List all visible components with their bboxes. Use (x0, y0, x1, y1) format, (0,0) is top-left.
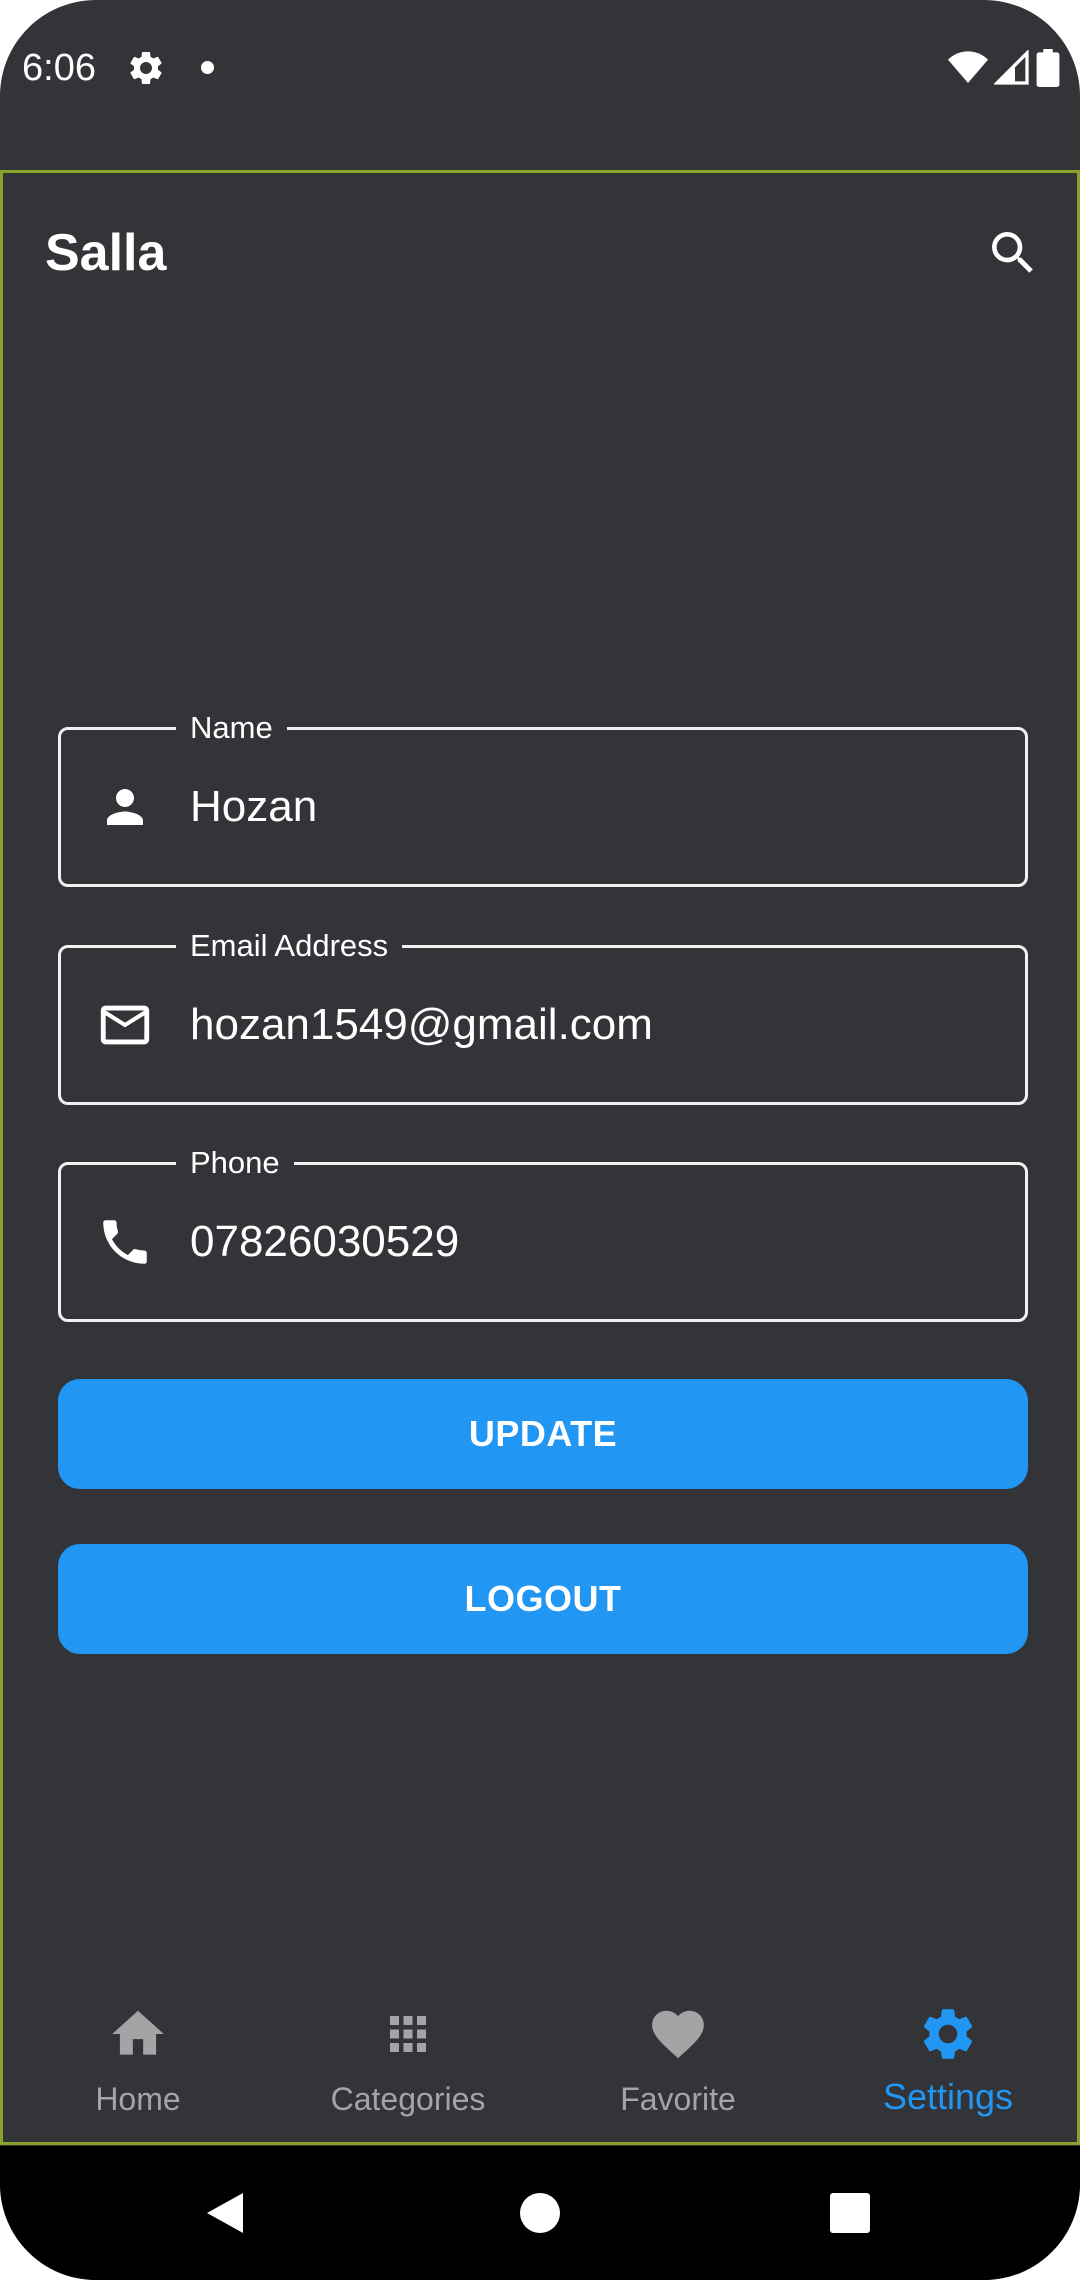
phone-field[interactable]: Phone 07826030529 (58, 1143, 1028, 1322)
status-indicators (948, 46, 1060, 90)
back-icon (207, 2193, 243, 2233)
email-field[interactable]: Email Address hozan1549@gmail.com (58, 926, 1028, 1105)
gear-icon (917, 2003, 979, 2065)
email-field-label: Email Address (176, 926, 403, 966)
main-content: Salla Name Hozan Email Address hozan1549… (0, 170, 1080, 2145)
phone-field-label: Phone (176, 1143, 294, 1183)
phone-icon (95, 1212, 155, 1272)
settings-icon (130, 51, 162, 84)
mail-icon (95, 995, 155, 1055)
back-button[interactable] (165, 2146, 285, 2280)
name-field[interactable]: Name Hozan (58, 708, 1028, 887)
nav-label-favorite: Favorite (620, 2081, 736, 2117)
battery-icon (1036, 49, 1060, 87)
phone-input[interactable]: 07826030529 (190, 1214, 459, 1270)
recents-button[interactable] (790, 2146, 910, 2280)
heart-icon (647, 2003, 709, 2065)
nav-item-settings[interactable]: Settings (813, 2003, 1080, 2145)
status-time: 6:06 (22, 47, 96, 89)
nav-item-categories[interactable]: Categories (273, 2003, 543, 2145)
app-title: Salla (45, 224, 167, 282)
notification-dot (201, 61, 214, 74)
app-bar: Salla (3, 173, 1077, 333)
search-icon (992, 232, 1033, 273)
name-input[interactable]: Hozan (190, 779, 317, 835)
bottom-navigation: Home Categories Favorite Settings (3, 2003, 1077, 2145)
person-icon (95, 777, 155, 837)
nav-label-settings: Settings (882, 2076, 1014, 2117)
email-input[interactable]: hozan1549@gmail.com (190, 997, 653, 1053)
home-circle-icon (520, 2193, 560, 2233)
wifi-icon (948, 51, 988, 83)
logout-button[interactable]: LOGOUT (58, 1544, 1028, 1654)
nav-label-home: Home (95, 2081, 181, 2117)
signal-icon (994, 50, 1029, 85)
grid-icon (377, 2003, 439, 2065)
nav-label-categories: Categories (330, 2081, 486, 2117)
system-navigation-bar (0, 2146, 1080, 2280)
update-button[interactable]: UPDATE (58, 1379, 1028, 1489)
name-field-label: Name (176, 708, 287, 748)
phone-screen: 6:06 Salla Name Hozan Email Address hoza… (0, 0, 1080, 2280)
recents-icon (830, 2193, 870, 2233)
status-bar: 6:06 (0, 0, 1080, 136)
search-button[interactable] (981, 221, 1045, 285)
nav-item-favorite[interactable]: Favorite (543, 2003, 813, 2145)
nav-item-home[interactable]: Home (3, 2003, 273, 2145)
home-icon (107, 2003, 169, 2065)
home-system-button[interactable] (480, 2146, 600, 2280)
